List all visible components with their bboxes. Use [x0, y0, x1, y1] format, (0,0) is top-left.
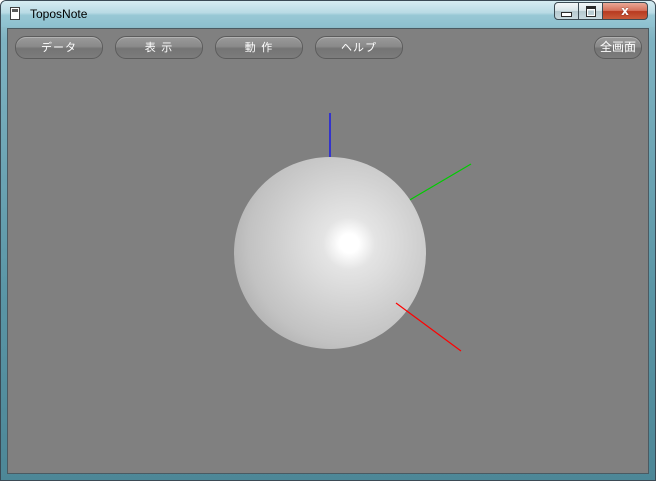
view-menu-button[interactable]: 表 示 [115, 36, 203, 59]
minimize-button[interactable] [554, 2, 579, 20]
minimize-icon [561, 11, 572, 17]
3d-scene[interactable] [8, 29, 648, 473]
data-menu-button[interactable]: データ [15, 36, 103, 59]
app-window: ToposNote x データ 表 示 動 作 ヘルプ 全画面 [0, 0, 656, 481]
window-title: ToposNote [30, 7, 88, 21]
close-icon: x [621, 4, 629, 18]
y-axis-line [407, 163, 472, 202]
close-button[interactable]: x [602, 2, 648, 20]
x-axis-line [395, 302, 462, 352]
help-menu-button[interactable]: ヘルプ [315, 36, 403, 59]
caption-buttons: x [554, 2, 648, 20]
sphere[interactable] [234, 157, 426, 349]
title-bar[interactable]: ToposNote x [1, 1, 655, 27]
action-menu-button[interactable]: 動 作 [215, 36, 303, 59]
viewport[interactable]: データ 表 示 動 作 ヘルプ 全画面 [7, 28, 649, 474]
maximize-icon [585, 5, 596, 17]
maximize-button[interactable] [578, 2, 603, 20]
app-icon [10, 7, 20, 20]
fullscreen-button[interactable]: 全画面 [594, 36, 642, 59]
